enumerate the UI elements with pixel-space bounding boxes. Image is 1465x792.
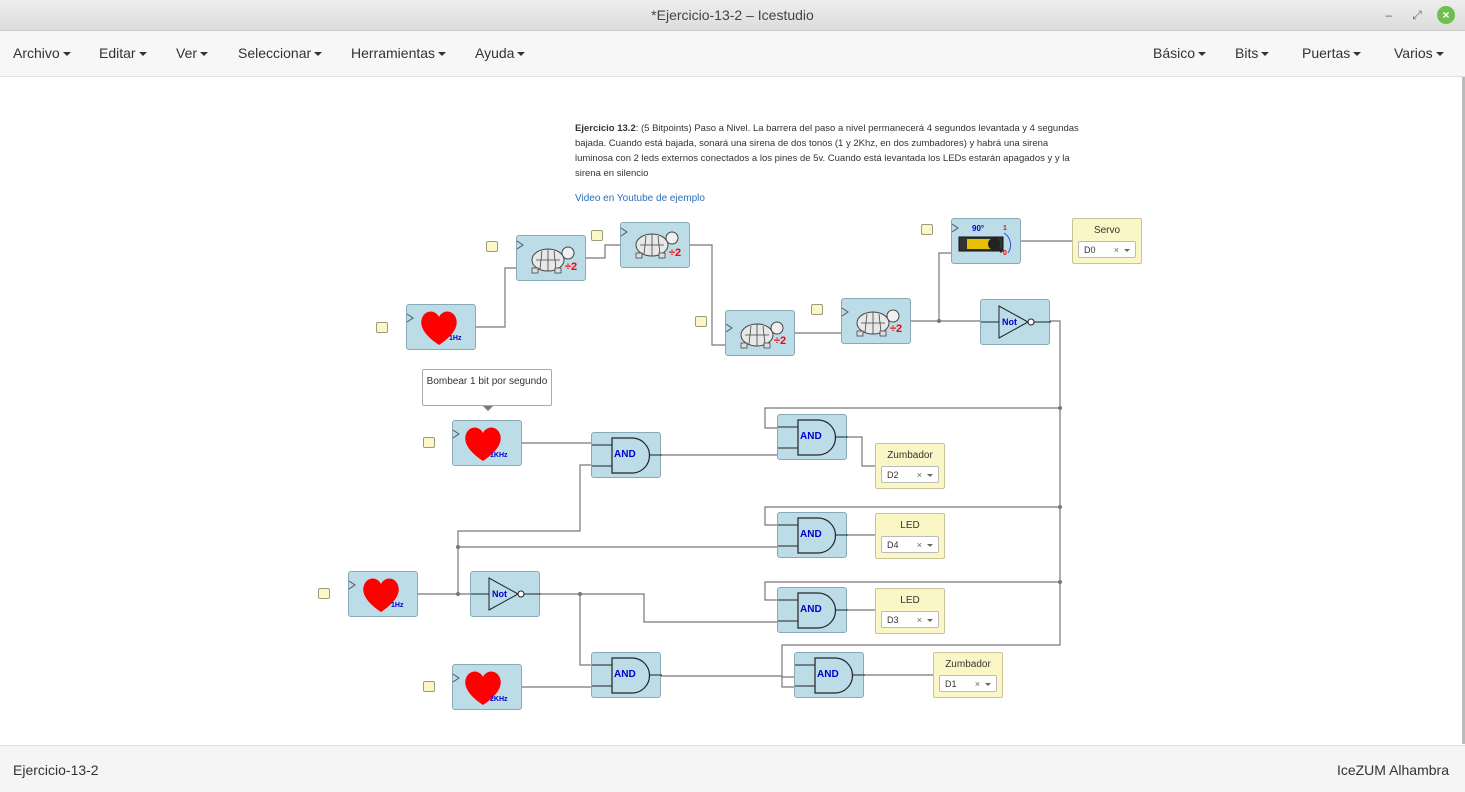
heart-icon [453, 671, 501, 705]
comment-note[interactable]: Bombear 1 bit por segundo [422, 369, 552, 411]
not-gate-block[interactable]: Not [980, 299, 1051, 345]
servo-angle-label: 90° [972, 224, 985, 233]
pin-select[interactable]: D0 × [1078, 241, 1136, 258]
output-zumbador-d1[interactable]: Zumbador D1 × [933, 652, 1003, 698]
output-zumbador-d2[interactable]: Zumbador D2 × [875, 443, 945, 489]
gate-label: AND [614, 669, 636, 680]
dropdown-arrow-icon[interactable] [927, 544, 933, 547]
gate-label: AND [800, 431, 822, 442]
exercise-text: : (5 Bitpoints) Paso a Nivel. La barrera… [575, 123, 1079, 179]
clock-pin[interactable] [318, 588, 330, 599]
divider-block[interactable]: ÷2 [841, 298, 911, 344]
output-label: LED [900, 595, 920, 606]
pin-select[interactable]: D2 × [881, 466, 939, 483]
clear-icon[interactable]: × [917, 615, 922, 625]
clock-pin[interactable] [423, 681, 435, 692]
gate-label: AND [800, 604, 822, 615]
frequency-label: 1Hz [449, 335, 462, 342]
servo-block[interactable]: 90° 1 0 [951, 218, 1021, 264]
gate-label: AND [800, 529, 822, 540]
and-gate-block[interactable]: AND [777, 512, 848, 558]
gate-label: Not [1002, 317, 1017, 327]
divider-label: ÷2 [890, 323, 903, 335]
divider-block[interactable]: ÷2 [620, 222, 690, 268]
exercise-title: Ejercicio 13.2 [575, 123, 636, 134]
dropdown-arrow-icon[interactable] [927, 474, 933, 477]
frequency-label: 1Hz [391, 602, 404, 609]
gate-label: Not [492, 589, 507, 599]
and-gate-block[interactable]: AND [591, 432, 662, 478]
and-gate-block[interactable]: AND [591, 652, 662, 698]
dropdown-arrow-icon[interactable] [985, 683, 991, 686]
heartbeat-block-2khz[interactable]: 2KHz [452, 664, 522, 710]
divider-label: ÷2 [565, 261, 578, 273]
exercise-description: Ejercicio 13.2: (5 Bitpoints) Paso a Niv… [575, 121, 1085, 181]
divider-block[interactable]: ÷2 [516, 235, 586, 281]
output-label: LED [900, 520, 920, 531]
clock-pin[interactable] [486, 241, 498, 252]
clock-pin[interactable] [695, 316, 707, 327]
servo-angle-label: 0 [1003, 250, 1007, 257]
not-gate-block[interactable]: Not [470, 571, 541, 617]
heartbeat-block-1hz-bottom[interactable]: 1Hz [348, 571, 418, 617]
dropdown-arrow-icon[interactable] [1124, 249, 1130, 252]
dropdown-arrow-icon[interactable] [927, 619, 933, 622]
clock-pin[interactable] [811, 304, 823, 315]
clock-pin[interactable] [591, 230, 603, 241]
pin-select[interactable]: D4 × [881, 536, 939, 553]
output-label: Servo [1093, 225, 1121, 236]
clock-pin[interactable] [376, 322, 388, 333]
turtle-icon [517, 240, 575, 274]
frequency-label: 2KHz [490, 696, 508, 703]
clear-icon[interactable]: × [975, 679, 980, 689]
youtube-link[interactable]: Video en Youtube de ejemplo [575, 193, 705, 204]
servo-icon [952, 223, 1012, 254]
wires [417, 240, 1073, 688]
turtle-icon [621, 227, 679, 259]
output-label: Zumbador [945, 659, 991, 670]
servo-angle-label: 1 [1003, 225, 1007, 232]
gate-label: AND [817, 669, 839, 680]
turtle-icon [842, 307, 900, 337]
heart-icon [349, 578, 399, 612]
pin-select[interactable]: D1 × [939, 675, 997, 692]
gate-label: AND [614, 449, 636, 460]
output-servo[interactable]: Servo D0 × [1072, 218, 1142, 264]
clock-pin[interactable] [423, 437, 435, 448]
clear-icon[interactable]: × [917, 470, 922, 480]
and-gate-block[interactable]: AND [794, 652, 865, 698]
status-bar: Ejercicio-13-2 IceZUM Alhambra [0, 745, 1465, 792]
frequency-label: 1KHz [490, 452, 508, 459]
clear-icon[interactable]: × [917, 540, 922, 550]
divider-block[interactable]: ÷2 [725, 310, 795, 356]
heart-icon [453, 427, 501, 461]
pin-select[interactable]: D3 × [881, 611, 939, 628]
and-gate-block[interactable]: AND [777, 587, 848, 633]
divider-label: ÷2 [669, 247, 682, 259]
divider-label: ÷2 [774, 335, 787, 347]
turtle-icon [726, 321, 784, 349]
heartbeat-block-1khz[interactable]: 1KHz [452, 420, 522, 466]
heart-icon [407, 311, 457, 345]
board-name[interactable]: IceZUM Alhambra [1337, 762, 1449, 778]
project-name: Ejercicio-13-2 [13, 762, 99, 778]
heartbeat-block-1hz[interactable]: 1Hz [406, 304, 476, 350]
clock-pin[interactable] [921, 224, 933, 235]
output-led-d4[interactable]: LED D4 × [875, 513, 945, 559]
output-led-d3[interactable]: LED D3 × [875, 588, 945, 634]
clear-icon[interactable]: × [1114, 245, 1119, 255]
and-gate-block[interactable]: AND [777, 414, 848, 460]
output-label: Zumbador [887, 450, 933, 461]
